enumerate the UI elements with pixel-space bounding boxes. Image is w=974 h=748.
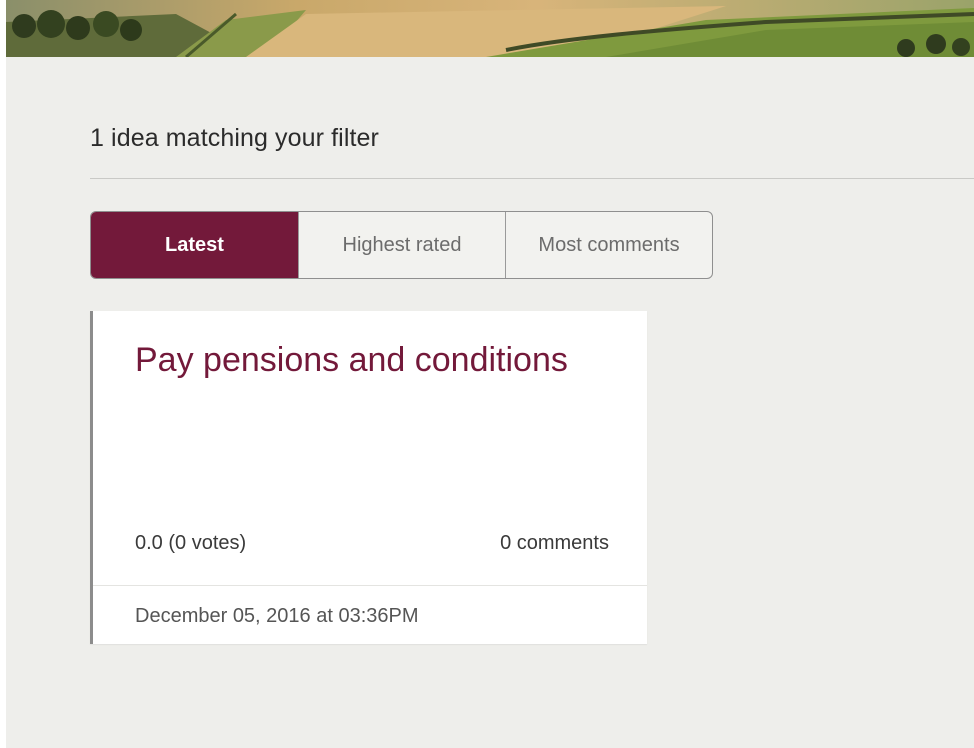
heading-divider	[90, 178, 974, 179]
idea-comments-link[interactable]: 0 comments	[500, 532, 609, 555]
sort-tab-highest-rated[interactable]: Highest rated	[298, 212, 505, 278]
idea-card[interactable]: Pay pensions and conditions 0.0 (0 votes…	[90, 311, 647, 644]
results-count-heading: 1 idea matching your filter	[90, 124, 379, 152]
hero-banner-image	[6, 0, 974, 57]
idea-title-link[interactable]: Pay pensions and conditions	[135, 341, 568, 380]
sort-tab-most-comments[interactable]: Most comments	[505, 212, 712, 278]
idea-date: December 05, 2016 at 03:36PM	[135, 605, 419, 627]
idea-rating: 0.0 (0 votes)	[135, 532, 247, 554]
sort-tabs: Latest Highest rated Most comments	[90, 211, 713, 279]
card-divider	[93, 585, 647, 586]
sort-tab-latest[interactable]: Latest	[91, 212, 298, 278]
page: 1 idea matching your filter Latest Highe…	[6, 0, 974, 748]
